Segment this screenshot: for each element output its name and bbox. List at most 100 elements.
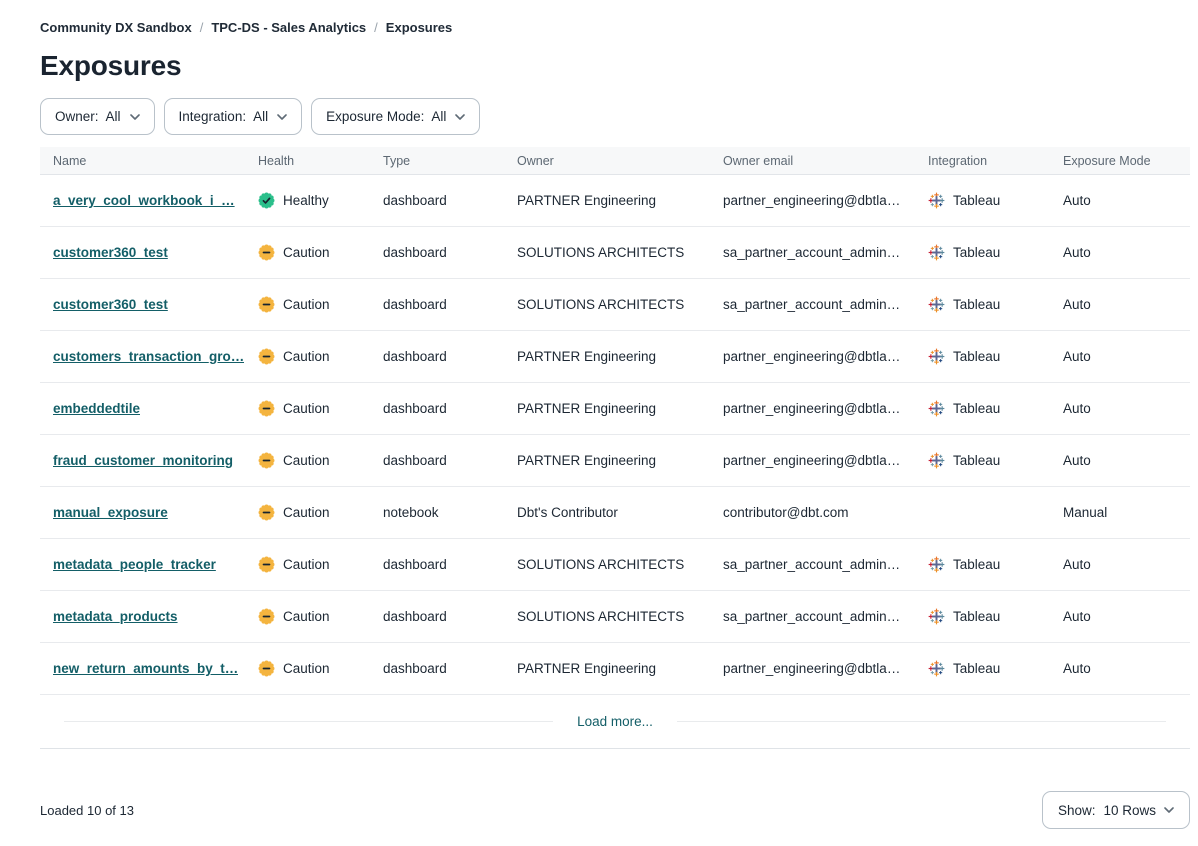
integration-cell: Tableau	[928, 452, 1063, 469]
caution-icon	[258, 296, 275, 313]
exposure-mode-cell: Auto	[1063, 245, 1190, 260]
exposure-mode-filter-dropdown[interactable]: Exposure Mode: All	[311, 98, 480, 135]
table-row: customer360_test Caut	[40, 279, 1190, 331]
exposure-name-link[interactable]: metadata_products	[53, 609, 178, 624]
tableau-icon	[928, 348, 945, 365]
integration-label: Tableau	[953, 661, 1000, 676]
health-label: Caution	[283, 505, 330, 520]
owner-email-cell: sa_partner_account_admin…	[723, 557, 928, 572]
owner-cell: SOLUTIONS ARCHITECTS	[517, 557, 723, 572]
integration-label: Tableau	[953, 453, 1000, 468]
health-label: Caution	[283, 297, 330, 312]
healthy-icon	[258, 192, 275, 209]
tableau-icon	[928, 296, 945, 313]
owner-cell: SOLUTIONS ARCHITECTS	[517, 245, 723, 260]
filter-label: Exposure Mode:	[326, 109, 424, 124]
load-more-link[interactable]: Load more...	[577, 714, 653, 729]
chevron-down-icon	[1164, 807, 1174, 813]
breadcrumb-item-current: Exposures	[386, 20, 452, 35]
breadcrumb-separator: /	[200, 20, 204, 35]
exposure-name-link[interactable]: a_very_cool_workbook_i_…	[53, 193, 235, 208]
divider-line	[64, 721, 553, 722]
integration-label: Tableau	[953, 297, 1000, 312]
integration-label: Tableau	[953, 349, 1000, 364]
breadcrumb: Community DX Sandbox / TPC-DS - Sales An…	[0, 0, 1198, 35]
table-row: new_return_amounts_by_t…	[40, 643, 1190, 695]
integration-label: Tableau	[953, 193, 1000, 208]
column-header-type: Type	[383, 154, 517, 168]
integration-label: Tableau	[953, 245, 1000, 260]
owner-email-cell: sa_partner_account_admin…	[723, 609, 928, 624]
table-body: a_very_cool_workbook_i_…	[40, 175, 1190, 695]
owner-cell: PARTNER Engineering	[517, 661, 723, 676]
rows-per-page-dropdown[interactable]: Show: 10 Rows	[1042, 791, 1190, 829]
filter-value: All	[106, 109, 121, 124]
integration-cell: Tableau	[928, 244, 1063, 261]
exposure-name-link[interactable]: metadata_people_tracker	[53, 557, 216, 572]
owner-email-cell: partner_engineering@dbtla…	[723, 401, 928, 416]
exposure-name-link[interactable]: customer360_test	[53, 245, 168, 260]
owner-cell: PARTNER Engineering	[517, 401, 723, 416]
owner-filter-dropdown[interactable]: Owner: All	[40, 98, 155, 135]
exposure-mode-cell: Auto	[1063, 349, 1190, 364]
exposure-name-link[interactable]: fraud_customer_monitoring	[53, 453, 233, 468]
tableau-icon	[928, 608, 945, 625]
owner-email-cell: partner_engineering@dbtla…	[723, 453, 928, 468]
caution-icon	[258, 244, 275, 261]
owner-cell: PARTNER Engineering	[517, 193, 723, 208]
owner-cell: PARTNER Engineering	[517, 349, 723, 364]
show-value: 10 Rows	[1103, 803, 1156, 818]
tableau-icon	[928, 192, 945, 209]
tableau-icon	[928, 400, 945, 417]
integration-cell: Tableau	[928, 608, 1063, 625]
caution-icon	[258, 400, 275, 417]
exposure-name-link[interactable]: embeddedtile	[53, 401, 140, 416]
type-cell: dashboard	[383, 557, 517, 572]
health-label: Caution	[283, 557, 330, 572]
breadcrumb-item-environment[interactable]: TPC-DS - Sales Analytics	[211, 20, 366, 35]
owner-email-cell: partner_engineering@dbtla…	[723, 193, 928, 208]
table-row: customer360_test Caut	[40, 227, 1190, 279]
caution-icon	[258, 452, 275, 469]
type-cell: dashboard	[383, 453, 517, 468]
tableau-icon	[928, 452, 945, 469]
health-label: Caution	[283, 401, 330, 416]
table-row: manual_exposure Cauti	[40, 487, 1190, 539]
type-cell: dashboard	[383, 349, 517, 364]
integration-label: Tableau	[953, 557, 1000, 572]
integration-cell: Tableau	[928, 556, 1063, 573]
caution-icon	[258, 608, 275, 625]
owner-cell: SOLUTIONS ARCHITECTS	[517, 297, 723, 312]
health-label: Caution	[283, 609, 330, 624]
owner-cell: SOLUTIONS ARCHITECTS	[517, 609, 723, 624]
chevron-down-icon	[128, 114, 140, 120]
chevron-down-icon	[453, 114, 465, 120]
type-cell: dashboard	[383, 609, 517, 624]
column-header-name: Name	[53, 154, 258, 168]
column-header-health: Health	[258, 154, 383, 168]
exposure-mode-cell: Auto	[1063, 609, 1190, 624]
type-cell: dashboard	[383, 661, 517, 676]
table-row: embeddedtile Caution	[40, 383, 1190, 435]
caution-icon	[258, 556, 275, 573]
table-row: a_very_cool_workbook_i_…	[40, 175, 1190, 227]
integration-cell: Tableau	[928, 400, 1063, 417]
caution-icon	[258, 348, 275, 365]
exposure-name-link[interactable]: customer360_test	[53, 297, 168, 312]
exposure-name-link[interactable]: manual_exposure	[53, 505, 168, 520]
exposures-table: Name Health Type Owner Owner email Integ…	[40, 147, 1190, 749]
exposure-name-link[interactable]: new_return_amounts_by_t…	[53, 661, 238, 676]
caution-icon	[258, 660, 275, 677]
type-cell: notebook	[383, 505, 517, 520]
type-cell: dashboard	[383, 297, 517, 312]
breadcrumb-item-project[interactable]: Community DX Sandbox	[40, 20, 192, 35]
breadcrumb-separator: /	[374, 20, 378, 35]
owner-email-cell: sa_partner_account_admin…	[723, 297, 928, 312]
exposure-mode-cell: Auto	[1063, 557, 1190, 572]
exposure-mode-cell: Auto	[1063, 401, 1190, 416]
exposure-name-link[interactable]: customers_transaction_gro…	[53, 349, 244, 364]
integration-cell: Tableau	[928, 192, 1063, 209]
exposure-mode-cell: Auto	[1063, 661, 1190, 676]
owner-cell: PARTNER Engineering	[517, 453, 723, 468]
integration-filter-dropdown[interactable]: Integration: All	[164, 98, 303, 135]
